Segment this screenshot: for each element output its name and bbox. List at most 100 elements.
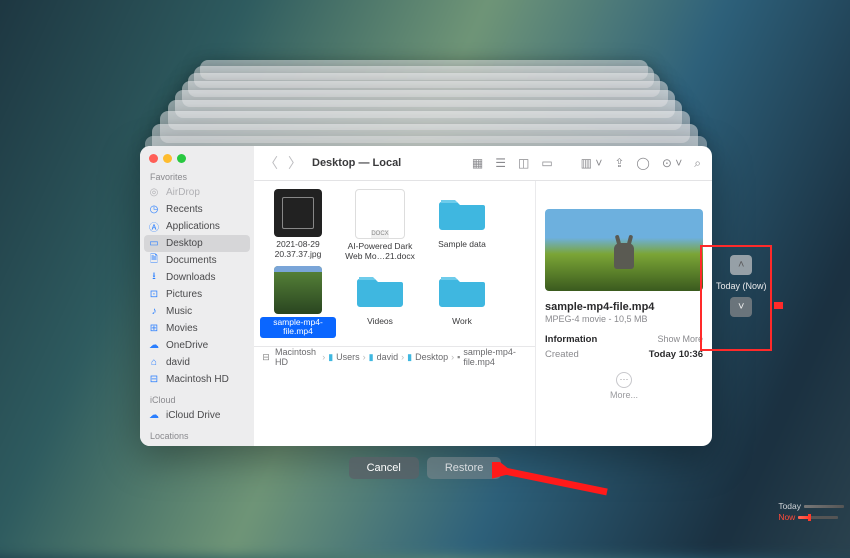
share-button[interactable]: ⇪	[611, 156, 627, 170]
file-label: sample-mp4-file.mp4	[260, 317, 336, 339]
sidebar-item-recents[interactable]: ◷ Recents	[140, 201, 254, 218]
home-icon: ⌂	[148, 357, 160, 369]
preview-meta: MPEG-4 movie - 10,5 MB	[545, 314, 703, 324]
image-thumbnail	[274, 189, 322, 237]
drive-icon: ⊟	[148, 374, 160, 386]
sidebar-item-label: Music	[166, 306, 192, 317]
sidebar-item-label: Recents	[166, 204, 203, 215]
movies-icon: ⊞	[148, 323, 160, 335]
applications-icon: Ⓐ	[148, 221, 160, 233]
airdrop-icon: ◎	[148, 187, 160, 199]
file-item[interactable]: 2021-08-29 20.37.37.jpg	[260, 189, 336, 262]
file-label: Videos	[367, 317, 393, 327]
sidebar-section-locations: Locations	[140, 428, 254, 443]
time-nav-down[interactable]: ˅	[730, 297, 752, 317]
sidebar-item-onedrive[interactable]: ☁ OneDrive	[140, 337, 254, 354]
sidebar-item-downloads[interactable]: ⭳ Downloads	[140, 269, 254, 286]
sidebar-item-label: Desktop	[166, 238, 203, 249]
folder-icon: ▮	[328, 352, 333, 363]
file-grid: 2021-08-29 20.37.37.jpg DOCX AI-Powered …	[254, 181, 535, 346]
view-icons-button[interactable]: ▦	[469, 156, 486, 170]
file-icon: ▪	[457, 352, 460, 362]
time-nav-label: Today (Now)	[716, 281, 767, 291]
file-item-selected[interactable]: sample-mp4-file.mp4	[260, 266, 336, 339]
sidebar-item-movies[interactable]: ⊞ Movies	[140, 320, 254, 337]
timeline[interactable]: Today Now	[778, 501, 844, 523]
action-bar: Cancel Restore	[0, 457, 850, 479]
folder-thumbnail	[438, 266, 486, 314]
music-icon: ♪	[148, 306, 160, 318]
zoom-button[interactable]	[177, 154, 186, 163]
time-nav-up[interactable]: ˄	[730, 255, 752, 275]
folder-icon: ▮	[407, 352, 412, 363]
sidebar-item-label: Documents	[166, 255, 217, 266]
sidebar-section-favorites: Favorites	[140, 169, 254, 184]
sidebar-item-pictures[interactable]: ⊡ Pictures	[140, 286, 254, 303]
desktop-icon: ▭	[148, 238, 160, 250]
sidebar: Favorites ◎ AirDrop ◷ Recents Ⓐ Applicat…	[140, 146, 254, 446]
search-button[interactable]: ⌕	[691, 156, 704, 171]
pictures-icon: ⊡	[148, 289, 160, 301]
view-list-button[interactable]: ☰	[492, 156, 509, 170]
window-title: Desktop — Local	[312, 157, 401, 169]
back-button[interactable]: 〈	[262, 153, 280, 173]
view-gallery-button[interactable]: ▭	[538, 156, 555, 170]
file-item[interactable]: Sample data	[424, 189, 500, 262]
folder-icon: ▮	[369, 352, 374, 363]
sidebar-item-label: Macintosh HD	[166, 374, 229, 385]
sidebar-item-macintosh-hd[interactable]: ⊟ Macintosh HD	[140, 371, 254, 388]
file-item[interactable]: Work	[424, 266, 500, 339]
tags-button[interactable]: ◯	[633, 156, 652, 170]
cloud-icon: ☁	[148, 340, 160, 352]
preview-info-header: Information	[545, 334, 597, 345]
path-bar[interactable]: ⊟ Macintosh HD› ▮ Users› ▮ david› ▮ Desk…	[254, 346, 535, 367]
preview-more[interactable]: ⋯ More...	[545, 372, 703, 400]
view-columns-button[interactable]: ◫	[515, 156, 532, 170]
sidebar-item-applications[interactable]: Ⓐ Applications	[140, 218, 254, 235]
forward-button[interactable]: 〉	[286, 153, 304, 173]
document-thumbnail: DOCX	[355, 189, 405, 239]
sidebar-section-icloud: iCloud	[140, 392, 254, 407]
clock-icon: ◷	[148, 204, 160, 216]
sidebar-item-desktop[interactable]: ▭ Desktop	[144, 235, 250, 252]
sidebar-item-label: Pictures	[166, 289, 202, 300]
sidebar-item-icloud-drive[interactable]: ☁ iCloud Drive	[140, 407, 254, 424]
minimize-button[interactable]	[163, 154, 172, 163]
cancel-button[interactable]: Cancel	[349, 457, 419, 479]
sidebar-item-documents[interactable]: 🗎 Documents	[140, 252, 254, 269]
sidebar-item-music[interactable]: ♪ Music	[140, 303, 254, 320]
annotation-arrow	[492, 462, 612, 502]
annotation-marker	[774, 302, 783, 309]
drive-icon: ⊟	[260, 351, 272, 363]
documents-icon: 🗎	[148, 255, 160, 267]
created-value: Today 10:36	[649, 349, 703, 360]
folder-thumbnail	[438, 189, 486, 237]
sidebar-item-airdrop[interactable]: ◎ AirDrop	[140, 184, 254, 201]
sidebar-item-label: Applications	[166, 221, 220, 232]
preview-filename: sample-mp4-file.mp4	[545, 301, 703, 313]
show-more-link[interactable]: Show More	[657, 334, 703, 345]
folder-thumbnail	[356, 266, 404, 314]
downloads-icon: ⭳	[148, 272, 160, 284]
icloud-icon: ☁	[148, 410, 160, 422]
file-label: Work	[452, 317, 472, 327]
sidebar-item-label: iCloud Drive	[166, 410, 220, 421]
preview-pane: sample-mp4-file.mp4 MPEG-4 movie - 10,5 …	[535, 181, 712, 446]
created-label: Created	[545, 349, 579, 360]
sidebar-item-label: Movies	[166, 323, 198, 334]
file-label: Sample data	[438, 240, 486, 250]
file-item[interactable]: DOCX AI-Powered Dark Web Mo…21.docx	[342, 189, 418, 262]
close-button[interactable]	[149, 154, 158, 163]
time-navigation: ˄ Today (Now) ˅	[716, 255, 767, 317]
group-menu[interactable]: ▥ ˅	[578, 156, 606, 170]
restore-button[interactable]: Restore	[427, 457, 502, 479]
file-item[interactable]: Videos	[342, 266, 418, 339]
video-thumbnail	[274, 266, 322, 314]
preview-thumbnail	[545, 209, 703, 291]
action-menu[interactable]: ⊙ ˅	[659, 156, 685, 170]
sidebar-item-label: AirDrop	[166, 187, 200, 198]
toolbar: 〈 〉 Desktop — Local ▦ ☰ ◫ ▭ ▥ ˅ ⇪ ◯ ⊙ ˅ …	[254, 146, 712, 181]
sidebar-item-david[interactable]: ⌂ david	[140, 354, 254, 371]
finder-window: Favorites ◎ AirDrop ◷ Recents Ⓐ Applicat…	[140, 146, 712, 446]
file-label: 2021-08-29 20.37.37.jpg	[260, 240, 336, 260]
